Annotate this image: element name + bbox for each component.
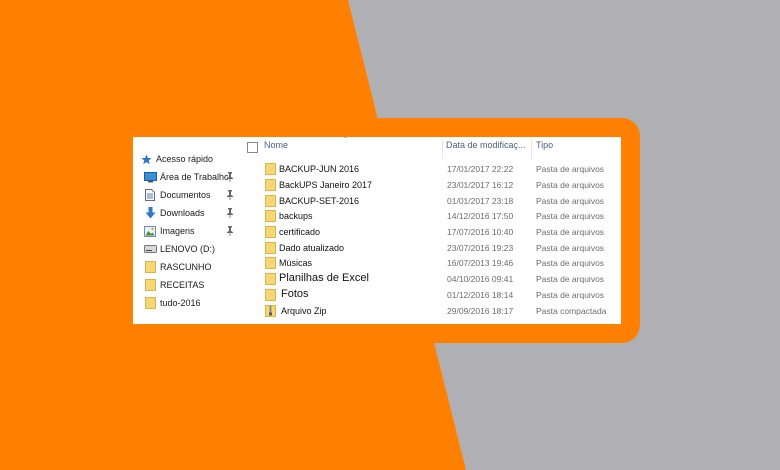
folder-icon <box>265 226 277 238</box>
file-type: Pasta de arquivos <box>536 258 605 268</box>
nav-item-tudo-2016[interactable]: tudo-2016 <box>143 295 228 311</box>
folder-icon <box>265 179 277 191</box>
folder-icon <box>265 163 277 175</box>
file-row[interactable]: Planilhas de Excel 04/10/2016 09:41 Past… <box>243 272 621 287</box>
file-name: Músicas <box>279 258 313 268</box>
select-all-checkbox[interactable] <box>247 142 258 153</box>
nav-item-label: RASCUNHO <box>160 262 212 272</box>
file-date: 23/01/2017 16:12 <box>447 180 514 190</box>
nav-item-rascunho[interactable]: RASCUNHO <box>143 259 228 275</box>
folder-icon <box>265 210 277 222</box>
file-date: 17/01/2017 22:22 <box>447 164 514 174</box>
nav-item-label: tudo-2016 <box>160 298 201 308</box>
column-header-name[interactable]: Nome <box>264 140 288 150</box>
file-type: Pasta de arquivos <box>536 211 605 221</box>
desktop-icon <box>143 170 157 184</box>
nav-item-label: Documentos <box>160 190 211 200</box>
nav-item-receitas[interactable]: RECEITAS <box>143 277 228 293</box>
file-row[interactable]: BACKUP-SET-2016 01/01/2017 23:18 Pasta d… <box>243 194 621 209</box>
pin-icon[interactable] <box>225 225 235 237</box>
sort-up-icon: ⌃ <box>342 137 349 144</box>
navigation-pane: Acesso rápido Área de Trabalho Documento… <box>133 137 241 324</box>
nav-item-label: Downloads <box>160 208 205 218</box>
column-header-date[interactable]: Data de modificaç... <box>446 140 526 150</box>
file-name: Planilhas de Excel <box>279 272 369 284</box>
folder-icon <box>265 242 277 254</box>
folder-icon <box>265 257 277 269</box>
file-type: Pasta de arquivos <box>536 180 605 190</box>
nav-item-label: Área de Trabalho <box>160 172 228 182</box>
pin-icon[interactable] <box>225 207 235 219</box>
nav-item-label: LENOVO (D:) <box>160 244 216 254</box>
file-date: 01/01/2017 23:18 <box>447 196 514 206</box>
nav-item-label: Acesso rápido <box>156 154 214 164</box>
file-row[interactable]: Músicas 16/07/2013 19:46 Pasta de arquiv… <box>243 256 621 271</box>
folder-icon <box>265 195 277 207</box>
file-row[interactable]: Arquivo Zip 29/09/2016 18:17 Pasta compa… <box>243 304 621 319</box>
zip-folder-icon <box>265 305 277 317</box>
pin-icon[interactable] <box>225 171 235 183</box>
nav-item-downloads[interactable]: Downloads <box>143 205 228 221</box>
nav-item-desktop[interactable]: Área de Trabalho <box>143 169 228 185</box>
file-row[interactable]: Fotos 01/12/2016 18:14 Pasta de arquivos <box>243 288 621 303</box>
column-header-type[interactable]: Tipo <box>536 140 553 150</box>
folder-icon <box>265 273 277 285</box>
file-date: 01/12/2016 18:14 <box>447 290 514 300</box>
file-type: Pasta de arquivos <box>536 274 605 284</box>
file-name: Fotos <box>281 288 309 300</box>
nav-item-label: RECEITAS <box>160 280 205 290</box>
nav-item-drive-d[interactable]: LENOVO (D:) <box>143 241 228 257</box>
folder-icon <box>265 289 277 301</box>
file-type: Pasta compactada <box>536 306 607 316</box>
nav-item-label: Imagens <box>160 226 195 236</box>
file-type: Pasta de arquivos <box>536 196 605 206</box>
document-icon <box>143 188 157 202</box>
folder-icon <box>143 278 157 292</box>
file-date: 17/07/2016 10:40 <box>447 227 514 237</box>
file-row[interactable]: BackUPS Janeiro 2017 23/01/2017 16:12 Pa… <box>243 178 621 193</box>
file-name: BACKUP-SET-2016 <box>279 196 360 206</box>
file-date: 14/12/2016 17:50 <box>447 211 514 221</box>
nav-item-documents[interactable]: Documentos <box>143 187 228 203</box>
file-name: backups <box>279 211 313 221</box>
file-list: ⌃ Nome Data de modificaç... Tipo BACKUP-… <box>243 137 621 324</box>
pin-icon[interactable] <box>225 189 235 201</box>
file-row[interactable]: Dado atualizado 23/07/2016 19:23 Pasta d… <box>243 241 621 256</box>
file-name: BackUPS Janeiro 2017 <box>279 180 373 190</box>
column-divider[interactable] <box>531 139 532 159</box>
folder-icon <box>143 260 157 274</box>
image-icon <box>143 224 157 238</box>
download-arrow-icon <box>143 206 157 220</box>
file-row[interactable]: backups 14/12/2016 17:50 Pasta de arquiv… <box>243 209 621 224</box>
file-name: BACKUP-JUN 2016 <box>279 164 360 174</box>
star-icon <box>139 152 153 166</box>
file-date: 23/07/2016 19:23 <box>447 243 514 253</box>
file-explorer-window: Acesso rápido Área de Trabalho Documento… <box>133 137 621 324</box>
nav-item-images[interactable]: Imagens <box>143 223 228 239</box>
drive-icon <box>143 242 157 256</box>
file-name: Arquivo Zip <box>281 306 327 316</box>
nav-item-quick-access[interactable]: Acesso rápido <box>139 151 236 167</box>
file-type: Pasta de arquivos <box>536 290 605 300</box>
column-divider[interactable] <box>442 139 443 159</box>
file-row[interactable]: certificado 17/07/2016 10:40 Pasta de ar… <box>243 225 621 240</box>
file-type: Pasta de arquivos <box>536 243 605 253</box>
file-type: Pasta de arquivos <box>536 227 605 237</box>
file-date: 29/09/2016 18:17 <box>447 306 514 316</box>
file-name: Dado atualizado <box>279 243 345 253</box>
folder-icon <box>143 296 157 310</box>
file-name: certificado <box>279 227 321 237</box>
file-date: 16/07/2013 19:46 <box>447 258 514 268</box>
file-row[interactable]: BACKUP-JUN 2016 17/01/2017 22:22 Pasta d… <box>243 162 621 177</box>
file-type: Pasta de arquivos <box>536 164 605 174</box>
file-date: 04/10/2016 09:41 <box>447 274 514 284</box>
